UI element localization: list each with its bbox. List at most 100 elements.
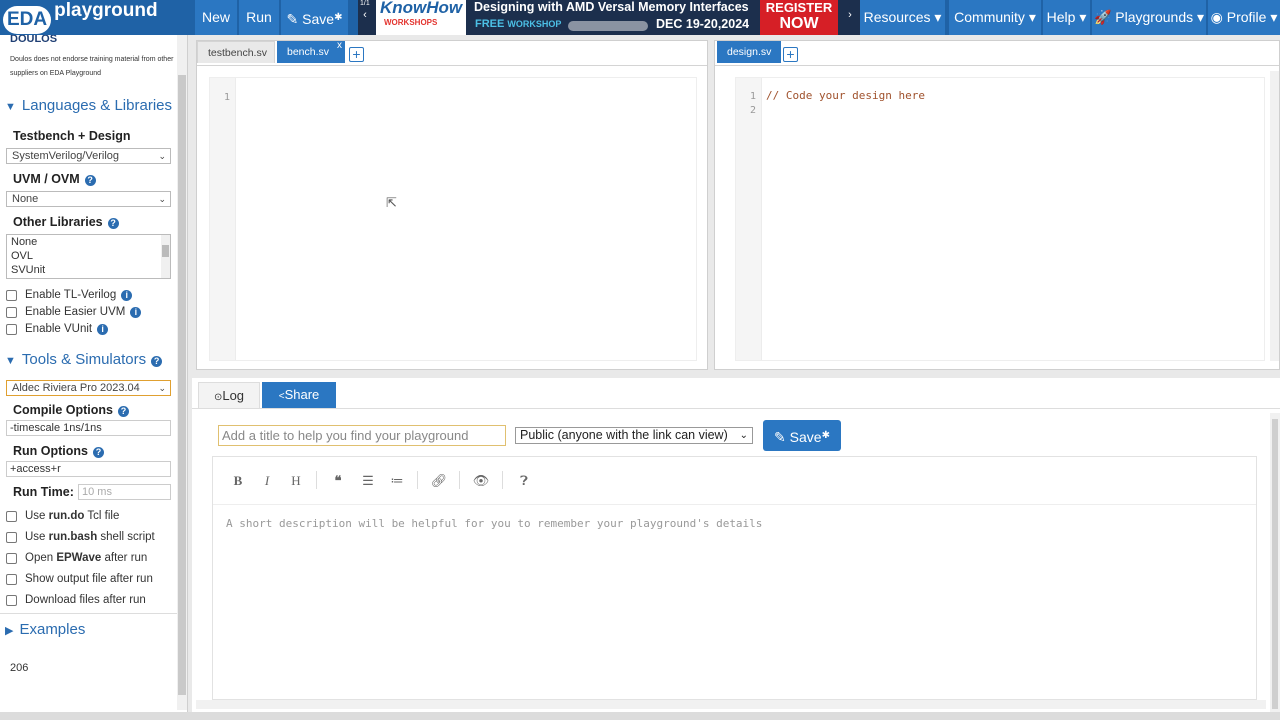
list-item[interactable]: None	[7, 235, 170, 249]
language-select[interactable]: SystemVerilog/Verilog ⌄	[6, 148, 171, 164]
horizontal-scrollbar[interactable]	[196, 700, 1266, 709]
help-menu[interactable]: Help ▾	[1043, 0, 1090, 35]
add-file-icon[interactable]: +	[349, 47, 364, 62]
testbench-design-label: Testbench + Design	[13, 129, 131, 143]
unsaved-star-icon: ✱	[821, 430, 830, 441]
use-rundo-checkbox[interactable]: Use run.do Tcl file	[6, 510, 119, 522]
list-item[interactable]: OVL	[7, 249, 170, 263]
help-icon[interactable]: ❓︎	[515, 473, 533, 489]
save-nav-label: Save	[302, 11, 335, 27]
preview-eye-icon[interactable]: 👁︎	[472, 473, 490, 489]
collapse-triangle-icon: ▼	[5, 101, 16, 113]
tab-design[interactable]: design.sv	[717, 41, 781, 63]
description-editor[interactable]: B I H ❝ ☰ ≔ 🔗︎ 👁︎ ❓︎ A short description…	[212, 456, 1257, 700]
tab-underline	[197, 65, 707, 66]
show-output-checkbox[interactable]: Show output file after run	[6, 573, 153, 585]
open-epwave-checkbox[interactable]: Open EPWave after run	[6, 552, 147, 564]
line-number: 1	[749, 91, 756, 102]
banner-next-icon[interactable]: ›	[840, 0, 860, 35]
enable-vunit-checkbox[interactable]: Enable VUnit i	[6, 323, 109, 335]
save-playground-button[interactable]: ✎ Save✱	[763, 420, 841, 451]
profile-menu[interactable]: ◉ Profile ▾	[1208, 0, 1280, 35]
visibility-select[interactable]: Public (anyone with the link can view) ⌄	[515, 427, 753, 444]
workshop-banner[interactable]: ‹ 1/1 KnowHow WORKSHOPS Designing with A…	[358, 0, 840, 35]
tab-log[interactable]: ⊙Log	[198, 382, 260, 408]
languages-libraries-header[interactable]: ▼ Languages & Libraries	[5, 97, 172, 114]
scrollbar-thumb[interactable]	[178, 75, 186, 695]
community-menu[interactable]: Community ▾	[949, 0, 1041, 35]
help-icon[interactable]: ?	[84, 175, 96, 186]
banner-date: DEC 19-20,2024	[656, 17, 750, 31]
pencil-icon: ✎	[774, 429, 786, 445]
tools-simulators-header[interactable]: ▼ Tools & Simulators?	[5, 351, 163, 368]
simulator-select[interactable]: Aldec Riviera Pro 2023.04 ⌄	[6, 380, 171, 396]
bold-icon[interactable]: B	[229, 473, 247, 489]
list-item[interactable]: SVUnit	[7, 263, 170, 277]
save-nav-button[interactable]: ✎ Save✱	[281, 0, 348, 35]
chevron-down-icon: ⌄	[158, 194, 166, 204]
other-libraries-label: Other Libraries?	[13, 215, 119, 229]
bullet-list-icon[interactable]: ☰	[359, 473, 377, 489]
link-icon[interactable]: 🔗︎	[430, 473, 448, 489]
code-editor-testbench[interactable]: 1	[209, 77, 697, 361]
enable-tl-verilog-checkbox[interactable]: Enable TL-Verilog i	[6, 289, 133, 301]
resources-menu[interactable]: Resources ▾	[860, 0, 945, 35]
close-tab-icon[interactable]: x	[337, 35, 342, 57]
heading-icon[interactable]: H	[287, 473, 305, 489]
uvm-select[interactable]: None ⌄	[6, 191, 171, 207]
help-icon[interactable]: ?	[118, 406, 129, 417]
numbered-list-icon[interactable]: ≔	[388, 473, 406, 489]
checkbox-box[interactable]	[6, 306, 17, 318]
other-libraries-listbox[interactable]: None OVL SVUnit	[6, 234, 171, 279]
profile-label: Profile ▾	[1226, 9, 1278, 25]
tab-bench[interactable]: bench.sv x	[277, 40, 345, 63]
checkbox-box[interactable]	[6, 510, 17, 522]
checkbox-box[interactable]	[6, 594, 17, 606]
doulos-disclaimer: Doulos does not endorse training materia…	[10, 56, 174, 77]
listbox-scrollbar[interactable]	[161, 235, 170, 278]
editor-scrollbar[interactable]	[1270, 71, 1279, 361]
quote-icon[interactable]: ❝	[329, 473, 347, 489]
use-runbash-label-pre: Use	[25, 531, 49, 543]
playground-title-input[interactable]: Add a title to help you find your playgr…	[218, 425, 506, 446]
toolbar-separator	[502, 471, 503, 489]
checkbox-box[interactable]	[6, 552, 17, 564]
use-runbash-checkbox[interactable]: Use run.bash shell script	[6, 531, 155, 543]
divider	[0, 613, 177, 614]
help-icon[interactable]: ?	[151, 356, 163, 367]
register-now-button[interactable]: REGISTER NOW	[760, 0, 838, 35]
checkbox-box[interactable]	[6, 531, 17, 543]
playgrounds-menu[interactable]: 🚀 Playgrounds ▾	[1092, 0, 1206, 35]
chevron-down-icon: ⌄	[739, 430, 748, 441]
checkbox-box[interactable]	[6, 323, 17, 335]
eda-playground-logo[interactable]: EDA playground	[3, 0, 158, 34]
uvm-select-value: None	[12, 193, 39, 205]
run-time-input[interactable]: 10 ms	[78, 484, 171, 500]
tab-testbench[interactable]: testbench.sv	[197, 41, 275, 63]
enable-easier-uvm-checkbox[interactable]: Enable Easier UVM i	[6, 306, 142, 318]
download-files-checkbox[interactable]: Download files after run	[6, 594, 146, 606]
examples-header[interactable]: ▶ Examples	[5, 621, 85, 638]
info-icon[interactable]: i	[121, 289, 133, 301]
info-icon[interactable]: i	[130, 306, 142, 318]
tab-share[interactable]: <Share	[262, 382, 336, 408]
info-icon[interactable]: i	[97, 323, 109, 335]
code-line: // Code your design here	[766, 89, 925, 102]
checkbox-box[interactable]	[6, 573, 17, 585]
sidebar-scrollbar[interactable]	[177, 35, 187, 710]
compile-options-input[interactable]: -timescale 1ns/1ns	[6, 420, 171, 436]
run-button[interactable]: Run	[239, 0, 279, 35]
checkbox-box[interactable]	[6, 289, 17, 301]
help-icon[interactable]: ?	[107, 218, 119, 229]
help-icon[interactable]: ?	[93, 447, 104, 458]
languages-header-label: Languages & Libraries	[21, 97, 172, 114]
add-file-icon[interactable]: +	[783, 47, 798, 62]
italic-icon[interactable]: I	[258, 473, 276, 489]
run-options-input[interactable]: +access+r	[6, 461, 171, 477]
unsaved-star-icon: ✱	[334, 12, 343, 23]
code-editor-design[interactable]: 1 2 // Code your design here	[735, 77, 1265, 361]
panel-scrollbar[interactable]	[1270, 413, 1280, 720]
workshops-text: WORKSHOPS	[384, 18, 438, 27]
banner-free-text: FREE	[475, 18, 505, 30]
new-button[interactable]: New	[195, 0, 237, 35]
